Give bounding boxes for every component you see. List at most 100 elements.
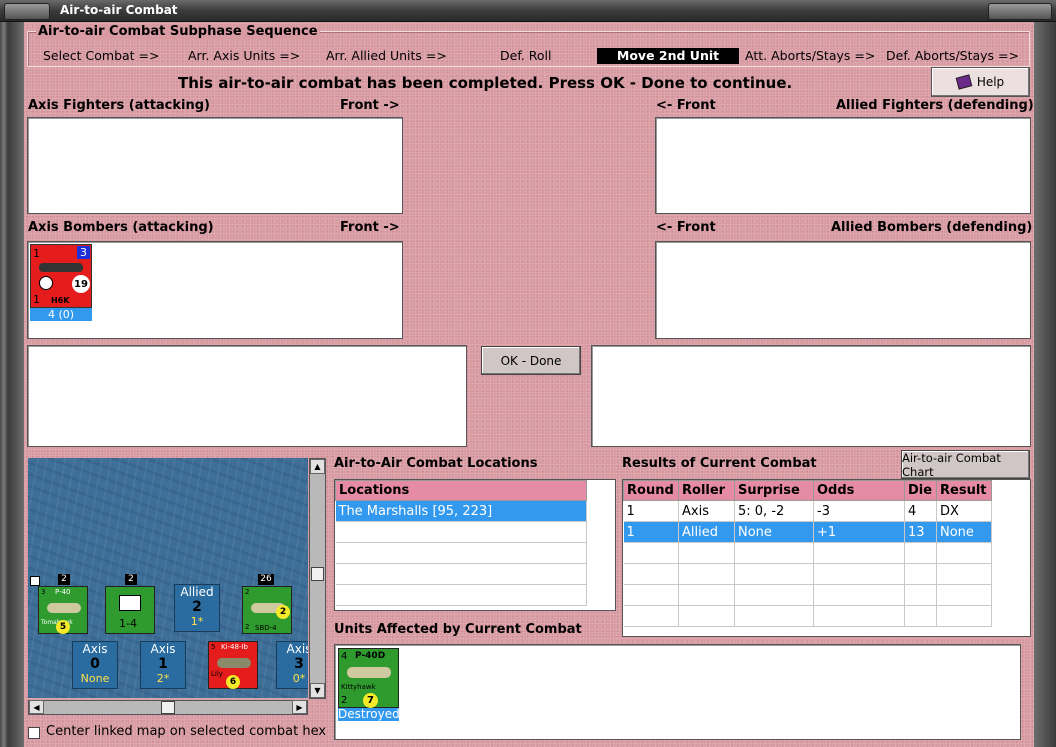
counter-stack-count: 2 (125, 574, 137, 585)
sequence-title: Air-to-air Combat Subphase Sequence (36, 24, 320, 39)
window-titlebar[interactable]: Air-to-air Combat (0, 0, 1056, 22)
counter-tl: 3 (41, 588, 46, 596)
maximize-button[interactable] (988, 3, 1052, 20)
col-result: Result (936, 480, 992, 501)
left-frame-inner (8, 22, 24, 747)
col-round: Round (623, 480, 679, 501)
stack-sub: 1* (190, 615, 204, 628)
table-row[interactable] (623, 584, 992, 606)
allied-fighters-box[interactable] (655, 117, 1031, 214)
stack-count: 3 (294, 656, 304, 672)
map-horizontal-scrollbar[interactable]: ◀ ▶ (28, 700, 308, 715)
center-map-checkbox[interactable] (28, 727, 40, 739)
fighter-plane-icon (347, 667, 391, 678)
location-cell (335, 584, 587, 606)
location-cell (335, 563, 587, 585)
allied-info-box (591, 345, 1031, 447)
table-row[interactable] (623, 605, 992, 627)
cell: 4 (904, 500, 937, 522)
table-row[interactable] (335, 584, 587, 606)
unit-status: Destroyed (338, 707, 400, 721)
scroll-left-icon[interactable]: ◀ (29, 700, 44, 714)
step-arrange-axis: Arr. Axis Units => (188, 48, 301, 63)
counter-sub: Lily (211, 670, 223, 678)
roundel-icon (39, 276, 53, 290)
stack-side: Axis (82, 642, 108, 656)
table-row[interactable]: 1 Axis 5: 0, -2 -3 4 DX (623, 500, 992, 522)
counter-name: SBD-4 (255, 624, 277, 632)
cell: -3 (813, 500, 905, 522)
counter-die: 6 (226, 675, 240, 689)
axis-bombers-box[interactable]: 1 3 19 1 H6K 4 (0) (27, 241, 403, 339)
results-table[interactable]: Round Roller Surprise Odds Die Result 1A… (622, 479, 1031, 637)
stack-side: Axis (286, 642, 308, 656)
scroll-right-icon[interactable]: ▶ (292, 700, 307, 714)
unit-bottom-left: 1 (33, 293, 40, 306)
map-stack-axis-1[interactable]: Axis 1 2* (140, 641, 186, 689)
axis-bombers-front: Front -> (340, 220, 400, 235)
table-row[interactable] (335, 563, 587, 585)
affected-title: Units Affected by Current Combat (334, 622, 582, 637)
affected-unit-p40d[interactable]: 4 P-40D Kittyhawk 2 7 (338, 648, 399, 708)
map-counter-ship[interactable]: 1-4 (105, 586, 155, 634)
table-row[interactable]: 1 Allied None +1 13 None (623, 521, 992, 543)
mini-map[interactable]: 2 3 P-40 Tomahawk 5 2 1-4 Allied 2 1* 2 6… (28, 458, 308, 698)
allied-fighters-front: <- Front (656, 98, 716, 113)
axis-bomber-unit[interactable]: 1 3 19 1 H6K (30, 244, 92, 308)
counter-die: 2 (276, 605, 290, 619)
step-def-aborts: Def. Aborts/Stays => (886, 48, 1019, 63)
col-roller: Roller (678, 480, 735, 501)
map-vertical-scrollbar[interactable]: ▲ ▼ (309, 458, 326, 699)
affected-units-box[interactable]: 4 P-40D Kittyhawk 2 7 Destroyed (334, 644, 1021, 740)
allied-bombers-box[interactable] (655, 241, 1031, 339)
locations-header: Locations (335, 480, 587, 501)
stack-sub: 2* (156, 672, 170, 685)
stack-side: Allied (180, 585, 214, 599)
map-counter-p40[interactable]: 3 P-40 Tomahawk 5 (38, 586, 88, 634)
unit-sub: Kittyhawk (341, 683, 376, 691)
locations-table[interactable]: Locations The Marshalls [95, 223] (334, 479, 616, 611)
map-counter-sbd4[interactable]: 2 2 SBD-4 2 (242, 586, 292, 634)
map-stack-allied[interactable]: Allied 2 1* (174, 584, 220, 632)
map-stack-axis-2[interactable]: Axis 3 0* (276, 641, 308, 689)
scroll-thumb-vertical[interactable] (311, 567, 324, 581)
scroll-up-icon[interactable]: ▲ (310, 459, 325, 474)
counter-bl: 2 (245, 623, 250, 631)
cell: 1 (623, 500, 679, 522)
step-select-combat: Select Combat => (43, 48, 160, 63)
bomber-plane-icon (217, 658, 251, 668)
unit-die: 7 (363, 693, 378, 708)
table-row[interactable] (623, 542, 992, 564)
scroll-thumb-horizontal[interactable] (161, 701, 175, 714)
table-row[interactable] (623, 563, 992, 585)
location-cell (335, 542, 587, 564)
ok-done-button[interactable]: OK - Done (481, 346, 581, 375)
cell: 13 (904, 521, 937, 543)
axis-info-box (27, 345, 467, 447)
minimize-button[interactable] (4, 3, 50, 20)
counter-tl: 5 (211, 643, 216, 651)
results-title: Results of Current Combat (622, 456, 817, 471)
help-button[interactable]: Help (931, 67, 1030, 97)
unit-mid-right: 19 (72, 275, 90, 293)
scroll-down-icon[interactable]: ▼ (310, 683, 325, 698)
center-map-label: Center linked map on selected combat hex (46, 724, 327, 739)
counter-die: 5 (56, 620, 70, 634)
map-stack-axis-0[interactable]: Axis 0 None (72, 641, 118, 689)
counter-label: 1-4 (119, 617, 137, 630)
cell: Axis (678, 500, 735, 522)
stack-side: Axis (150, 642, 176, 656)
table-row[interactable] (335, 521, 587, 543)
stack-count: 0 (90, 656, 100, 672)
map-counter-ki48[interactable]: 5 Ki-48-Ib Lily 6 (208, 641, 258, 689)
axis-fighters-box[interactable] (27, 117, 403, 214)
locations-title: Air-to-Air Combat Locations (334, 456, 538, 471)
table-row[interactable] (335, 542, 587, 564)
step-move-2nd-unit: Move 2nd Unit (597, 48, 739, 64)
axis-fighters-front: Front -> (340, 98, 400, 113)
combat-chart-button[interactable]: Air-to-air Combat Chart (901, 450, 1030, 479)
fighter-plane-icon (47, 603, 81, 613)
col-odds: Odds (813, 480, 905, 501)
table-row[interactable]: The Marshalls [95, 223] (335, 500, 587, 522)
cell: 1 (623, 521, 679, 543)
